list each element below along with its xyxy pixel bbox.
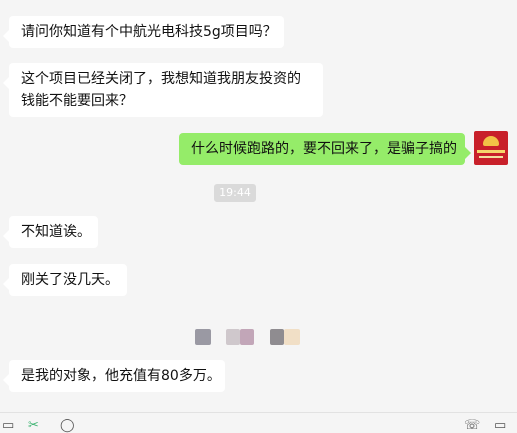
message-text: 这个项目已经关闭了，我想知道我朋友投资的钱能不能要回来？ [21, 71, 301, 109]
chat-window: 请问你知道有个中航光电科技5g项目吗？ 这个项目已经关闭了，我想知道我朋友投资的… [0, 0, 517, 432]
message-bubble-incoming[interactable]: 是我的对象，他充值有80多万。 [3, 360, 225, 392]
message-text: 请问你知道有个中航光电科技5g项目吗？ [21, 24, 277, 40]
redacted-block [270, 329, 284, 345]
message-bubble-incoming[interactable]: 请问你知道有个中航光电科技5g项目吗？ [3, 16, 284, 48]
timestamp: 19:44 [214, 184, 256, 202]
redacted-block [226, 329, 240, 345]
message-bubble-incoming[interactable]: 刚关了没几天。 [3, 264, 127, 296]
message-bubble-outgoing[interactable]: 什么时候跑路的，要不回来了，是骗子搞的 [179, 133, 471, 165]
avatar-emblem [483, 136, 499, 146]
folder-icon[interactable]: ▭ [2, 419, 14, 432]
contact-avatar[interactable] [474, 131, 508, 165]
message-text: 刚关了没几天。 [21, 272, 119, 288]
avatar-band-secondary [479, 156, 503, 158]
avatar-band [477, 150, 505, 153]
redacted-block [240, 329, 254, 345]
message-bubble-incoming[interactable]: 这个项目已经关闭了，我想知道我朋友投资的钱能不能要回来？ [3, 63, 323, 117]
scissors-icon[interactable]: ✂ [28, 419, 39, 432]
message-text: 是我的对象，他充值有80多万。 [21, 368, 221, 384]
chat-history-icon[interactable]: ◯ [60, 419, 75, 432]
phone-icon[interactable]: ☏ [464, 419, 480, 432]
input-toolbar: ▭ ✂ ◯ ☏ ▭ [0, 412, 517, 432]
redacted-block [195, 329, 211, 345]
video-call-icon[interactable]: ▭ [494, 419, 506, 432]
message-text: 不知道诶。 [21, 224, 91, 240]
redacted-block [284, 329, 300, 345]
message-text: 什么时候跑路的，要不回来了，是骗子搞的 [191, 141, 457, 157]
message-bubble-incoming[interactable]: 不知道诶。 [3, 216, 98, 248]
